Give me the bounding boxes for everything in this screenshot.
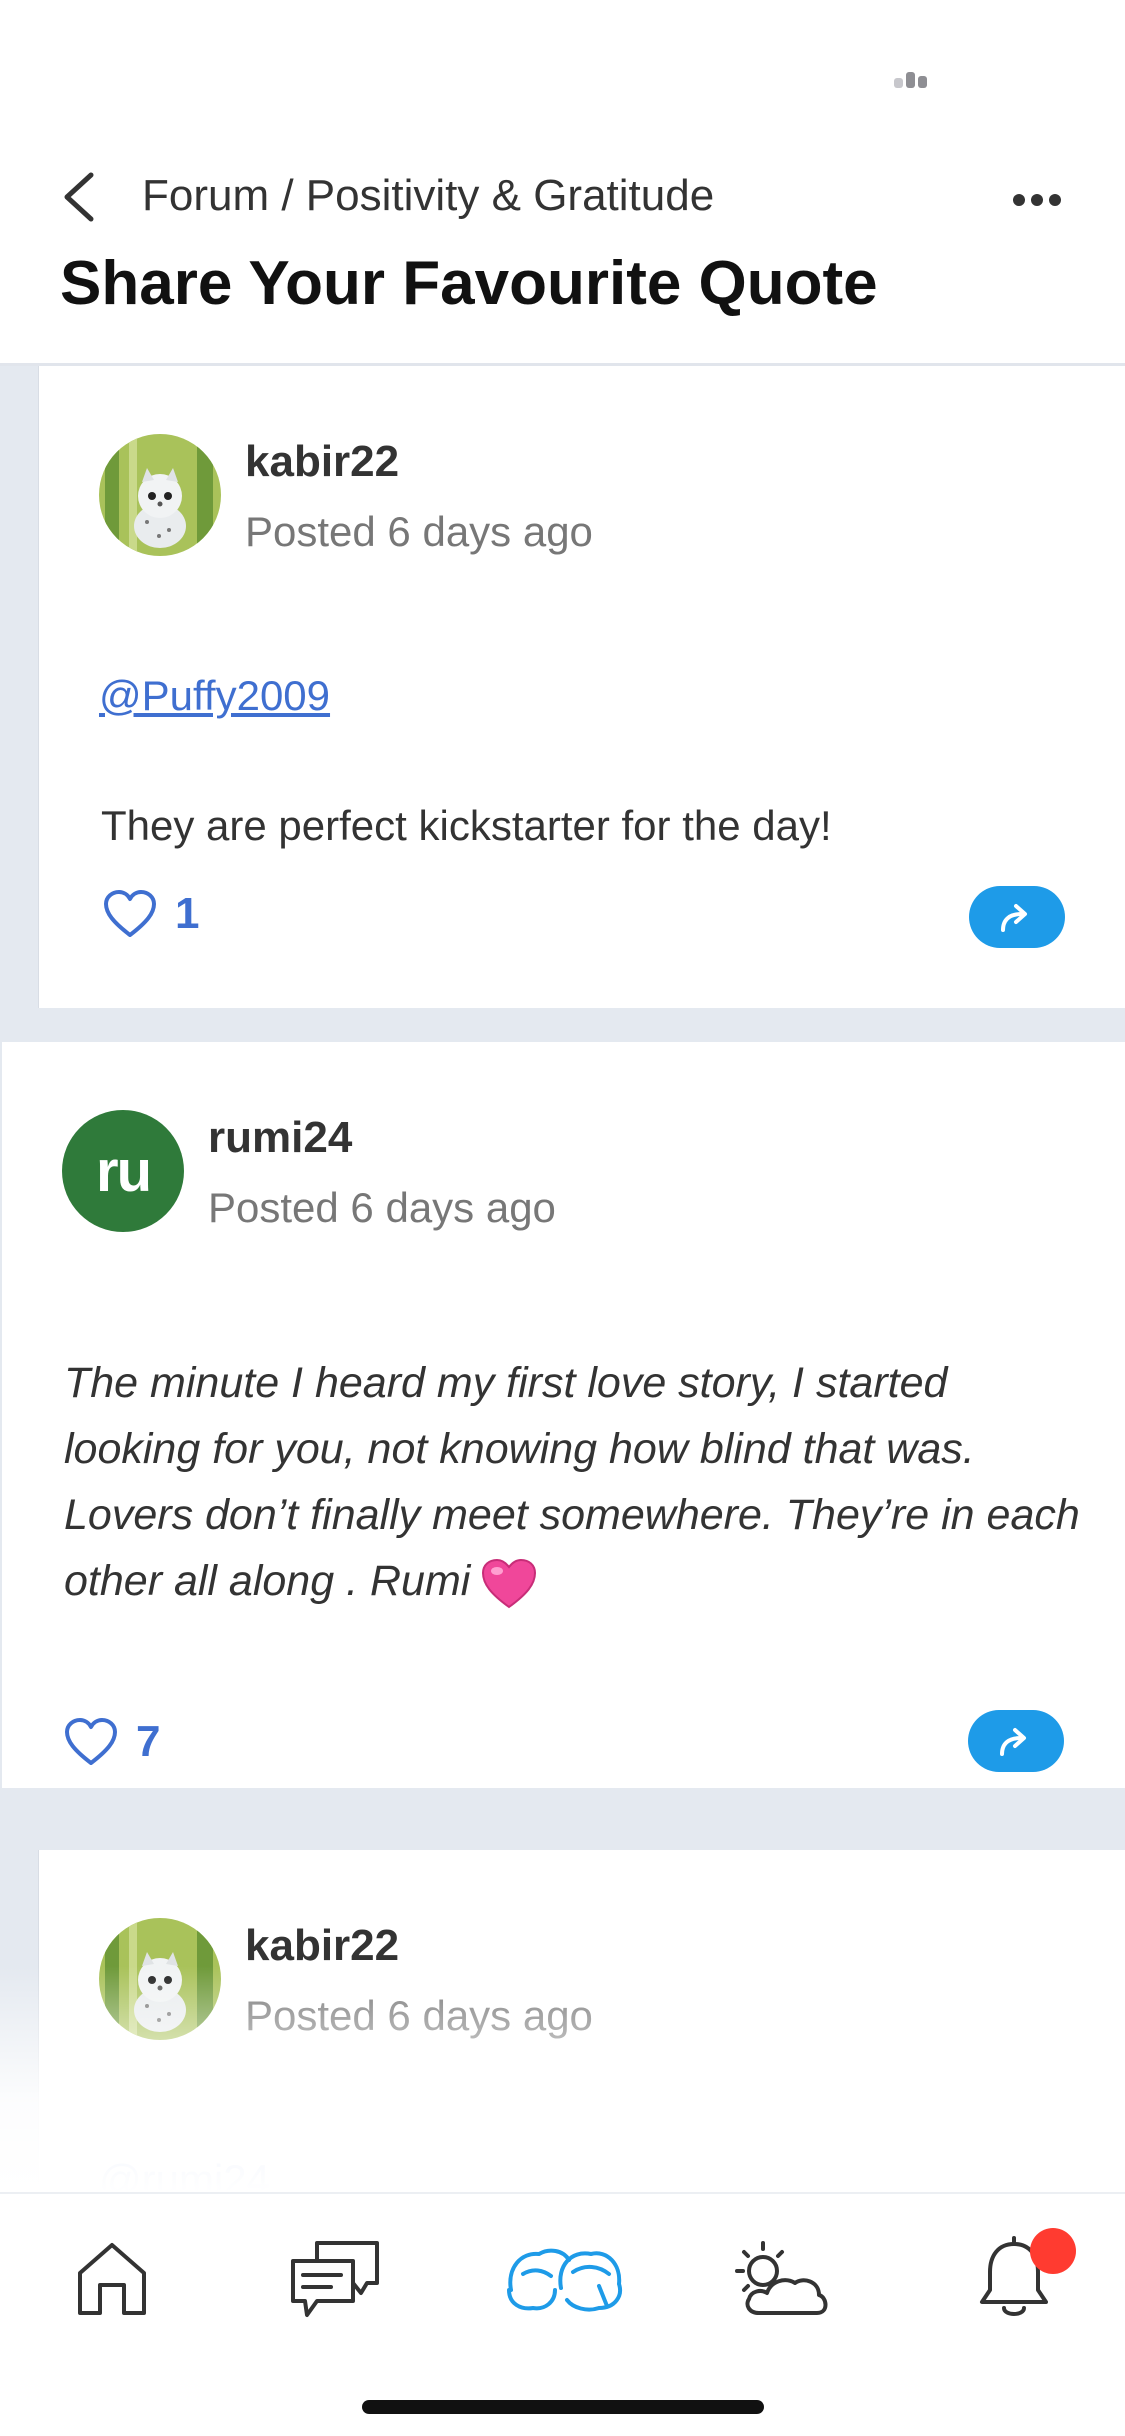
tab-notifications[interactable] xyxy=(954,2224,1076,2334)
heart-outline-icon xyxy=(104,890,156,937)
post-username[interactable]: kabir22 xyxy=(245,1916,399,1976)
header: Forum / Positivity & Gratitude Share You… xyxy=(0,140,1125,366)
share-button[interactable] xyxy=(968,1710,1064,1772)
tab-chat[interactable] xyxy=(276,2224,396,2334)
heart-outline-icon xyxy=(65,1718,117,1765)
status-bar xyxy=(0,0,1125,140)
share-button[interactable] xyxy=(969,886,1065,948)
post-timestamp: Posted 6 days ago xyxy=(208,1184,556,1231)
more-icon xyxy=(1013,194,1061,206)
post-card: ru rumi24 Posted 6 days ago The minute I… xyxy=(2,1042,1125,1788)
snow-leopard-avatar-icon xyxy=(99,434,221,556)
post-username[interactable]: rumi24 xyxy=(208,1108,352,1168)
signal-icon xyxy=(894,68,934,88)
notification-badge xyxy=(1030,2228,1076,2274)
tab-weather[interactable] xyxy=(726,2224,836,2334)
home-indicator[interactable] xyxy=(362,2400,764,2414)
home-icon xyxy=(78,2243,146,2315)
mention-link[interactable]: @rumi24 xyxy=(99,2150,270,2192)
tab-home[interactable] xyxy=(52,2224,172,2334)
mention-link[interactable]: @Puffy2009 xyxy=(99,666,330,726)
tab-community[interactable] xyxy=(500,2224,630,2334)
post-feed[interactable]: kabir22 Posted 6 days ago @Puffy2009 The… xyxy=(0,366,1125,2192)
avatar[interactable]: ru xyxy=(62,1110,184,1232)
avatar[interactable] xyxy=(99,434,221,556)
breadcrumb[interactable]: Forum / Positivity & Gratitude xyxy=(142,164,714,228)
share-arrow-icon xyxy=(1001,904,1027,932)
chevron-left-icon xyxy=(64,172,94,222)
post-timestamp: Posted 6 days ago xyxy=(245,1992,593,2039)
post-card: kabir22 Posted 6 days ago @Puffy2009 The… xyxy=(38,366,1125,1008)
like-count: 7 xyxy=(136,1717,161,1766)
chat-icon xyxy=(291,2241,379,2317)
weather-icon xyxy=(735,2241,828,2315)
back-button[interactable] xyxy=(48,162,108,232)
post-quote: The minute I heard my first love story, … xyxy=(64,1350,1084,1614)
avatar[interactable] xyxy=(99,1918,221,2040)
avatar-initials: ru xyxy=(96,1138,152,1204)
more-options-button[interactable] xyxy=(1002,170,1072,230)
post-card: kabir22 Posted 6 days ago @rumi24 xyxy=(38,1850,1125,2192)
quote-text: The minute I heard my first love story, … xyxy=(64,1359,1080,1605)
like-button[interactable]: 1 xyxy=(103,884,199,944)
community-icon xyxy=(507,2248,622,2312)
like-count: 1 xyxy=(175,889,200,938)
share-arrow-icon xyxy=(1000,1728,1026,1756)
post-timestamp: Posted 6 days ago xyxy=(245,508,593,555)
pink-heart-emoji-icon xyxy=(482,1558,537,1608)
snow-leopard-avatar-icon xyxy=(99,1918,221,2040)
like-button[interactable]: 7 xyxy=(64,1712,160,1772)
page-title: Share Your Favourite Quote xyxy=(60,249,878,318)
post-text: They are perfect kickstarter for the day… xyxy=(101,802,832,849)
post-username[interactable]: kabir22 xyxy=(245,432,399,492)
